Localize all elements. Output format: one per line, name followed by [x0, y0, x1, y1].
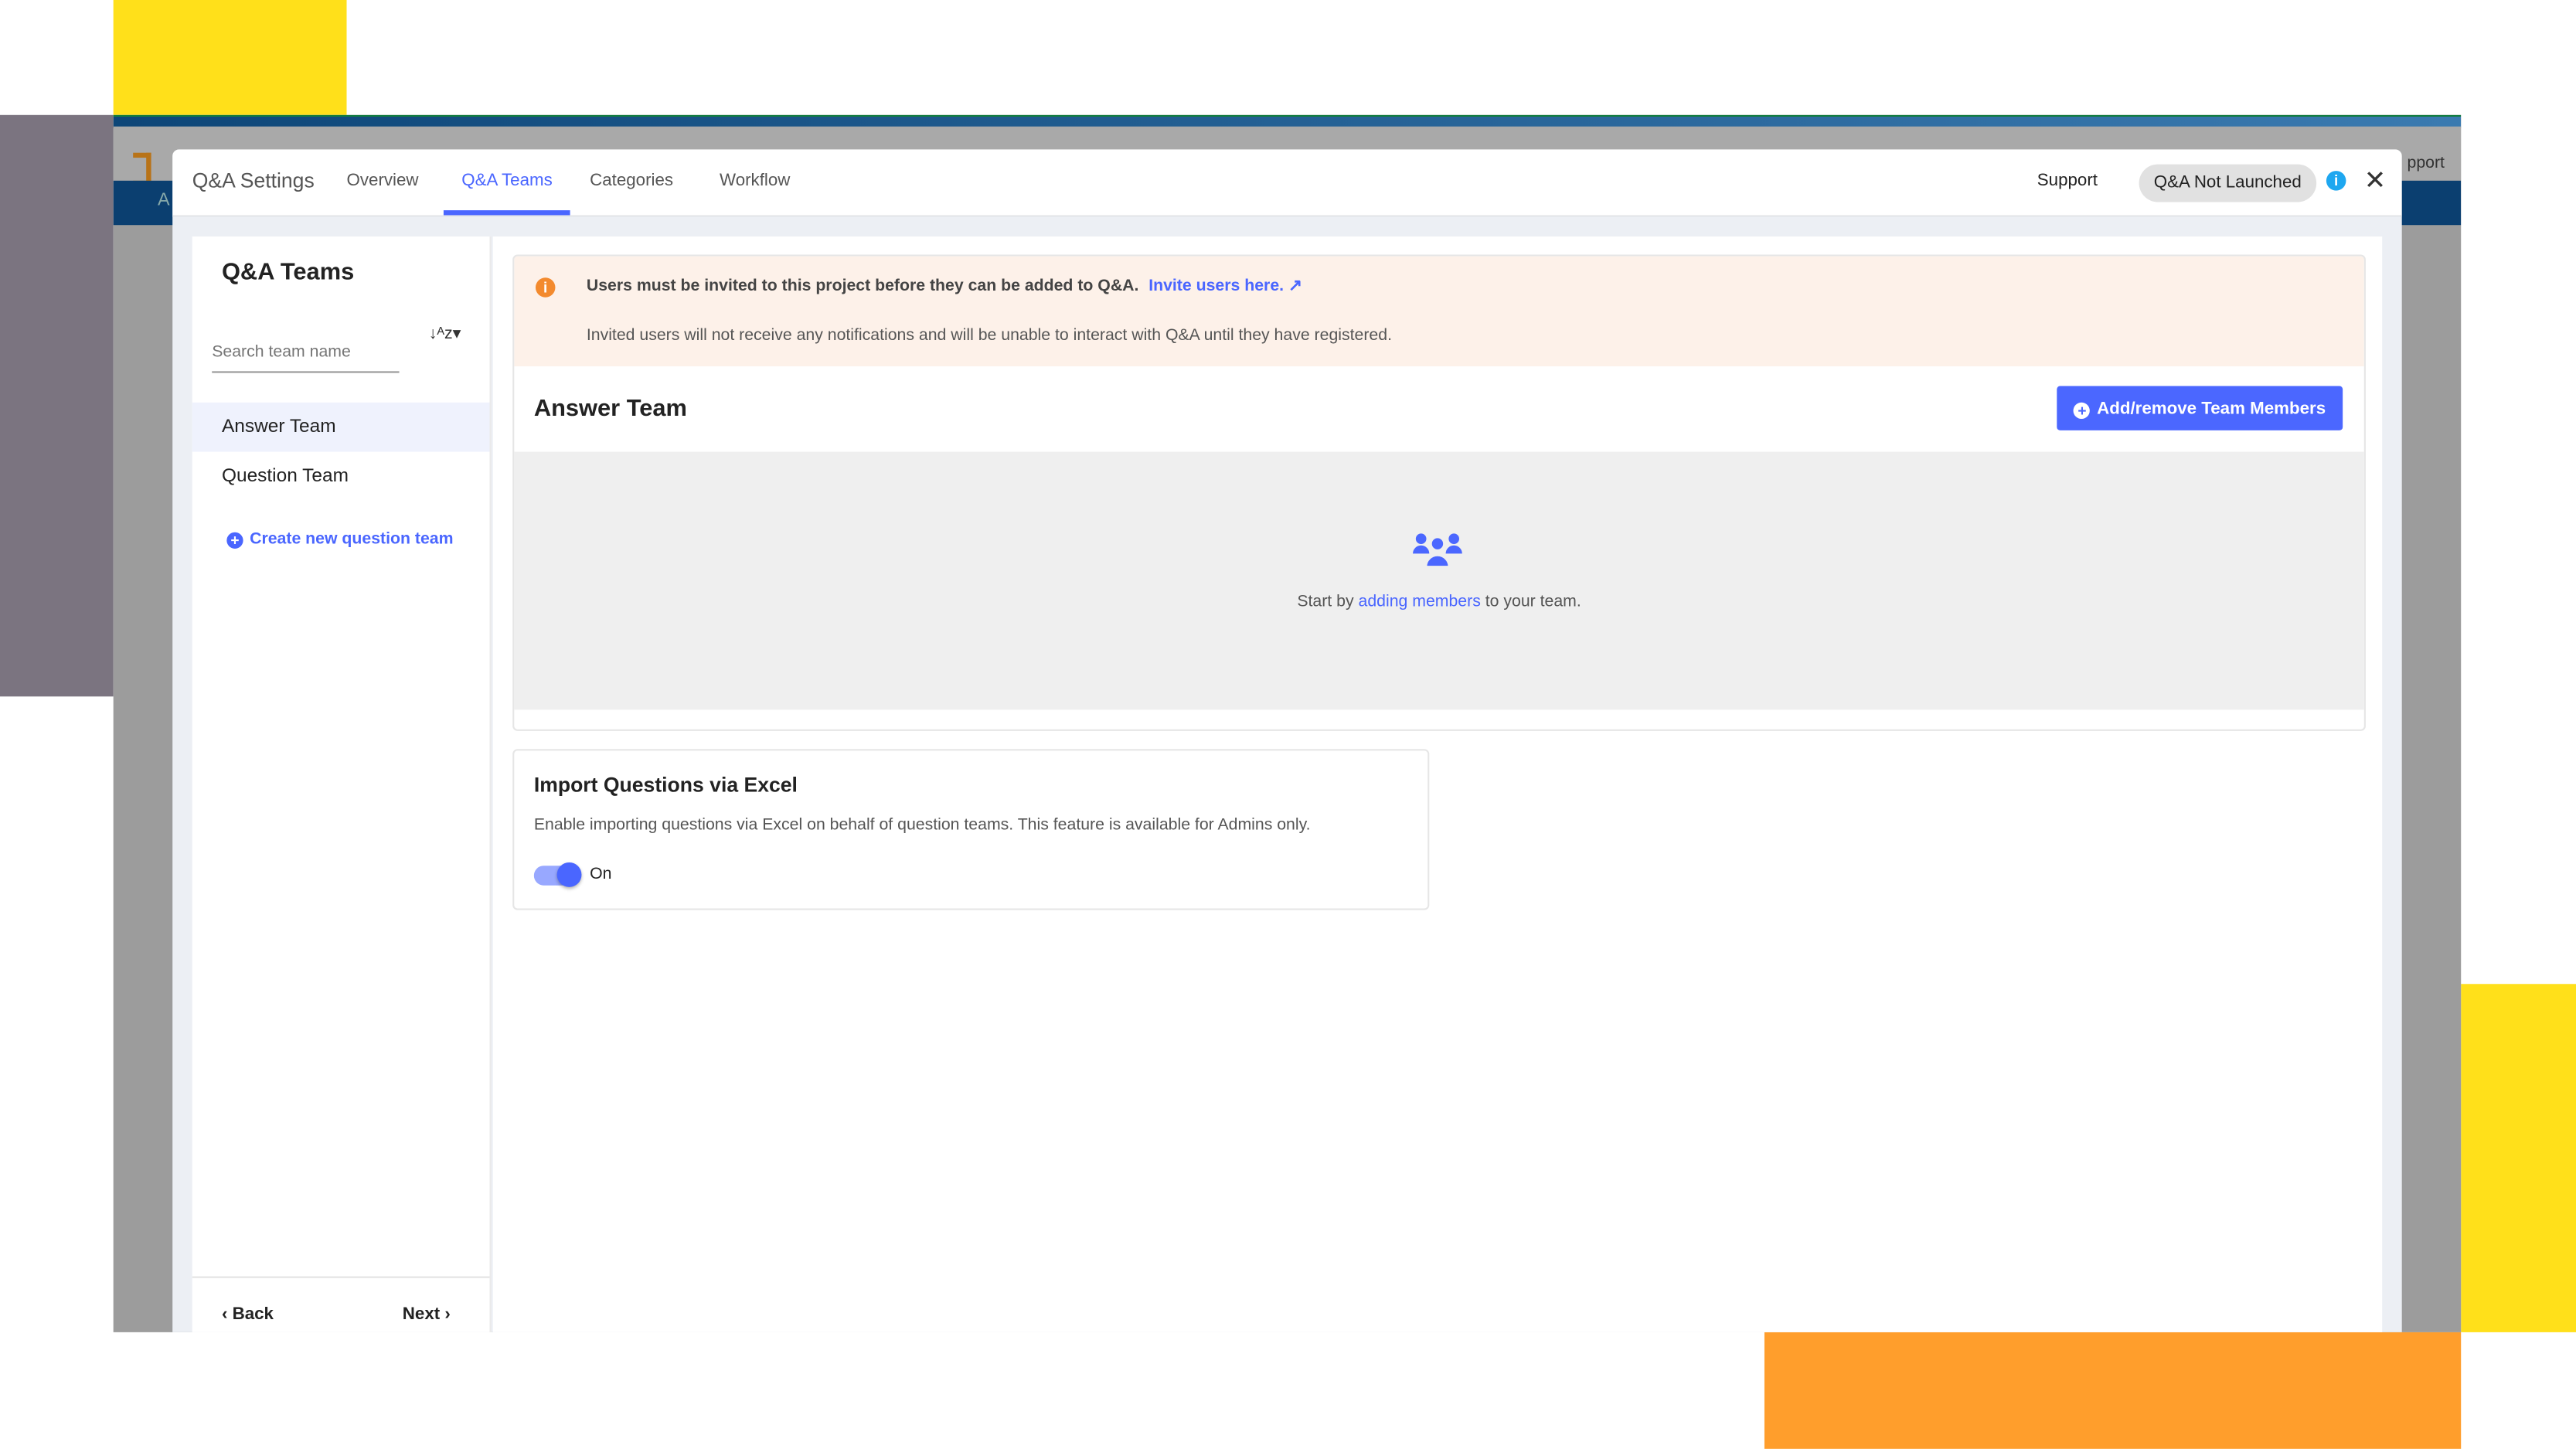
tab-workflow[interactable]: Workflow — [720, 171, 790, 191]
search-team-input[interactable] — [212, 332, 400, 373]
close-icon[interactable]: ✕ — [2364, 165, 2386, 198]
alert-line2: Invited users will not receive any notif… — [586, 327, 1392, 345]
info-icon[interactable]: i — [2326, 171, 2346, 191]
plus-circle-icon: + — [2074, 401, 2091, 418]
invite-link-label: Invite users here. — [1148, 277, 1285, 296]
active-tab-indicator — [443, 210, 570, 216]
sidebar-item-answer-team[interactable]: Answer Team — [192, 402, 490, 452]
sort-icon[interactable]: ↓ᴬz▾ — [429, 325, 461, 343]
app-support-link: pport — [2407, 154, 2445, 173]
import-toggle[interactable] — [533, 862, 582, 887]
toggle-label: On — [590, 866, 612, 884]
external-link-icon: ↗ — [1288, 277, 1302, 296]
empty-prefix: Start by — [1297, 593, 1359, 611]
import-description: Enable importing questions via Excel on … — [533, 816, 1311, 835]
empty-state: Start by adding members to your team. — [514, 451, 2364, 710]
empty-suffix: to your team. — [1480, 593, 1581, 611]
decor-orange-block — [1764, 1332, 2462, 1449]
modal-header: Q&A Settings Overview Q&A Teams Categori… — [172, 149, 2402, 217]
adding-members-link[interactable]: adding members — [1359, 593, 1481, 611]
back-label: Back — [232, 1304, 274, 1325]
decor-yellow-block — [113, 0, 347, 115]
create-question-team-link[interactable]: + Create new question team — [226, 530, 454, 549]
support-link[interactable]: Support — [2037, 171, 2098, 191]
plus-circle-icon: + — [226, 532, 243, 549]
next-button[interactable]: Next › — [403, 1304, 451, 1325]
alert-line1: Users must be invited to this project be… — [586, 277, 1139, 296]
sidebar-title: Q&A Teams — [221, 259, 355, 286]
empty-state-text: Start by adding members to your team. — [514, 593, 2363, 611]
chevron-right-icon: › — [440, 1304, 451, 1325]
screen: pport A Q&A Settings Overview Q&A Teams … — [0, 0, 2576, 1449]
sidebar-item-question-team[interactable]: Question Team — [192, 452, 490, 502]
decor-gray-block — [0, 114, 114, 697]
back-button[interactable]: ‹ Back — [222, 1304, 274, 1325]
modal-title: Q&A Settings — [192, 168, 315, 192]
main-content: i Users must be invited to this project … — [492, 236, 2383, 1332]
toggle-knob — [556, 862, 582, 887]
qa-settings-modal: Q&A Settings Overview Q&A Teams Categori… — [172, 149, 2402, 1332]
decor-yellow-block-right — [2461, 984, 2576, 1332]
alert-message: Users must be invited to this project be… — [587, 277, 1302, 295]
next-label: Next — [402, 1304, 441, 1325]
team-title: Answer Team — [533, 396, 687, 423]
invite-users-link[interactable]: Invite users here. ↗ — [1148, 277, 1302, 295]
import-excel-card: Import Questions via Excel Enable import… — [512, 749, 1430, 910]
status-badge: Q&A Not Launched — [2139, 164, 2316, 202]
import-title: Import Questions via Excel — [533, 774, 798, 797]
chevron-left-icon: ‹ — [221, 1304, 233, 1325]
invite-alert: i Users must be invited to this project … — [514, 256, 2364, 367]
create-label: Create new question team — [250, 530, 454, 549]
app-nav-item: A — [158, 190, 170, 211]
answer-team-card: i Users must be invited to this project … — [512, 254, 2366, 731]
tab-overview[interactable]: Overview — [347, 171, 419, 191]
tab-qa-teams[interactable]: Q&A Teams — [461, 171, 552, 191]
add-remove-members-button[interactable]: + Add/remove Team Members — [2057, 386, 2343, 430]
tab-categories[interactable]: Categories — [590, 171, 673, 191]
alert-info-icon: i — [535, 277, 556, 298]
team-people-icon — [1413, 533, 1462, 568]
divider — [192, 1276, 490, 1278]
teams-sidebar: Q&A Teams ↓ᴬz▾ Answer Team Question Team… — [192, 236, 492, 1332]
add-button-label: Add/remove Team Members — [2097, 398, 2326, 418]
